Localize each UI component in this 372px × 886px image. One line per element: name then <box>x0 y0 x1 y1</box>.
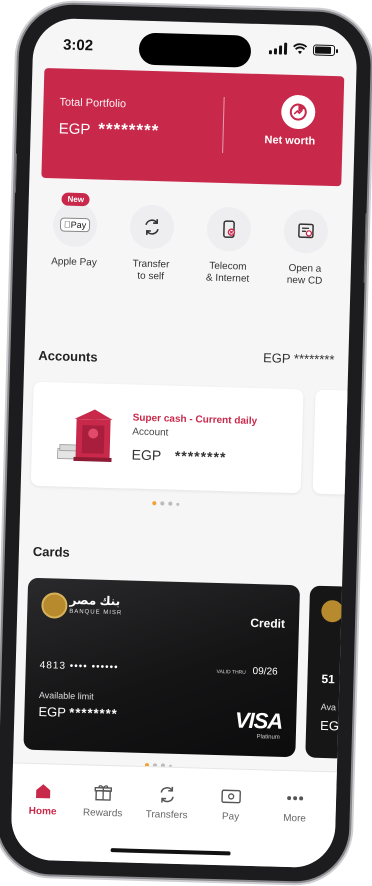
bank-name-english: BANQUE MISR <box>69 608 123 617</box>
nav-transfers[interactable]: Transfers <box>135 783 198 822</box>
available-label-partial: Ava <box>320 701 337 713</box>
accounts-total: EGP ******** <box>262 350 335 368</box>
card-expiry: VALID THRU 09/26 <box>216 665 277 678</box>
status-time: 3:02 <box>62 36 94 55</box>
gift-icon <box>94 785 113 801</box>
bank-logo <box>321 599 344 623</box>
account-card-next[interactable] <box>312 389 356 495</box>
limit-currency: EGP <box>38 704 66 720</box>
currency-partial: EG <box>319 717 340 734</box>
transfer-icon <box>145 219 159 235</box>
wifi-icon <box>293 43 308 55</box>
card-number: 4813 •••• •••••• <box>39 660 119 674</box>
action-label-line2: & Internet <box>205 272 250 285</box>
account-masked-balance: ******** <box>174 447 227 466</box>
card-tier: Platinum <box>256 734 280 741</box>
portfolio-banner[interactable]: Total Portfolio EGP ******** Net worth <box>41 67 345 187</box>
limit-masked-value: ******** <box>69 704 118 722</box>
action-telecom[interactable]: Telecom & Internet <box>188 206 268 286</box>
more-icon <box>287 796 304 801</box>
account-type: Account <box>132 426 169 439</box>
apple-pay-icon: Pay <box>59 217 91 233</box>
phone-icon <box>223 220 236 239</box>
account-name: Super cash - Current daily <box>132 412 258 428</box>
signal-icon <box>268 42 288 55</box>
quick-actions: New Pay Apple Pay Transfer to self <box>34 192 347 311</box>
volume-button <box>12 153 18 194</box>
nav-pay[interactable]: Pay <box>199 785 262 824</box>
available-limit-label: Available limit <box>38 690 94 702</box>
account-card[interactable]: Super cash - Current daily Account EGP *… <box>30 381 304 494</box>
valid-thru-label: VALID THRU <box>216 668 246 676</box>
app-screen: 3:02 Total Portfolio EGP ******** Net wo… <box>10 17 358 869</box>
pay-icon <box>221 789 241 804</box>
dynamic-island <box>138 32 252 68</box>
available-limit: EGP ******** <box>38 704 118 721</box>
action-label-line2: to self <box>137 270 165 283</box>
battery-icon <box>312 43 336 56</box>
expiry-date: 09/26 <box>252 666 278 678</box>
certificate-icon <box>298 223 314 239</box>
account-balance: EGP ******** <box>131 447 226 466</box>
new-badge: New <box>61 192 91 207</box>
visa-logo: VISA <box>234 707 283 734</box>
credit-card-next[interactable]: 51 Ava EG <box>305 585 351 759</box>
accounts-title: Accounts <box>38 347 98 365</box>
net-worth-icon[interactable] <box>280 94 316 130</box>
cards-title: Cards <box>32 543 70 560</box>
portfolio-currency: EGP <box>58 120 91 139</box>
portfolio-label: Total Portfolio <box>59 96 127 111</box>
home-icon <box>36 784 51 799</box>
credit-card[interactable]: بنك مصر BANQUE MISR Credit 4813 •••• •••… <box>23 577 301 758</box>
action-open-cd[interactable]: Open a new CD <box>265 208 345 288</box>
action-label: Apple Pay <box>51 256 97 269</box>
nav-home[interactable]: Home <box>12 779 75 818</box>
portfolio-masked-value: ******** <box>98 119 160 141</box>
bottom-nav: Home Rewards Transfers Pay More <box>10 762 337 869</box>
power-button <box>363 212 369 284</box>
net-worth-label[interactable]: Net worth <box>264 134 315 147</box>
portfolio-amount: EGP ******** <box>58 118 159 141</box>
bank-building-icon <box>57 409 113 462</box>
card-type: Credit <box>250 615 286 631</box>
accounts-pager[interactable] <box>152 501 180 506</box>
card-number-partial: 51 <box>321 671 336 687</box>
nav-rewards[interactable]: Rewards <box>71 781 134 820</box>
home-indicator[interactable] <box>110 848 231 856</box>
action-transfer-to-self[interactable]: Transfer to self <box>111 204 191 284</box>
status-bar: 3:02 <box>32 18 357 75</box>
banner-divider <box>222 96 225 153</box>
phone-frame: 3:02 Total Portfolio EGP ******** Net wo… <box>0 3 372 883</box>
action-apple-pay[interactable]: New Pay Apple Pay <box>35 192 115 270</box>
status-icons <box>268 42 336 56</box>
account-currency: EGP <box>131 446 162 464</box>
nav-more[interactable]: More <box>263 786 326 825</box>
action-label-line2: new CD <box>286 274 323 287</box>
bank-logo <box>41 592 68 619</box>
transfer-icon <box>160 786 174 803</box>
bank-name-arabic: بنك مصر <box>69 592 121 609</box>
